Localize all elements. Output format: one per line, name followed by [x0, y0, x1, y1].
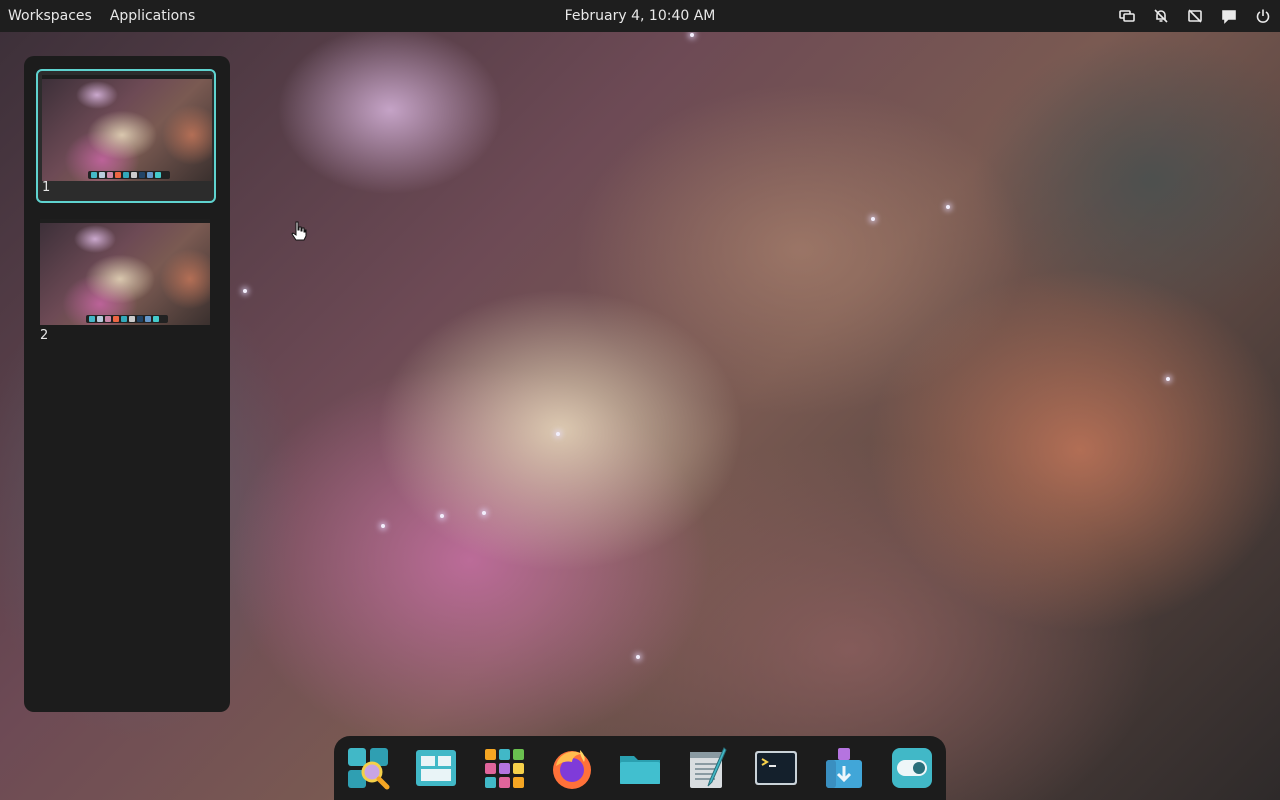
display-icon[interactable]	[1116, 5, 1138, 27]
terminal-icon[interactable]	[754, 746, 798, 790]
store-icon[interactable]	[822, 746, 866, 790]
firefox-icon[interactable]	[550, 746, 594, 790]
star	[690, 33, 694, 37]
dock	[334, 736, 946, 800]
applications-label: Applications	[109, 8, 196, 24]
workspaces-button[interactable]: Workspaces	[0, 0, 100, 32]
workspace-thumbnail	[40, 219, 210, 325]
files-icon[interactable]	[618, 746, 662, 790]
hand-cursor-icon	[291, 221, 307, 241]
applications-button[interactable]: Applications	[102, 0, 204, 32]
star	[871, 217, 875, 221]
camera-off-icon[interactable]	[1184, 5, 1206, 27]
app-grid-icon[interactable]	[482, 746, 526, 790]
workspace-number: 2	[40, 328, 49, 343]
star	[946, 205, 950, 209]
workspace-1[interactable]: 1	[36, 69, 216, 203]
star	[636, 655, 640, 659]
workspace-2[interactable]: 2	[36, 215, 216, 349]
workspaces-icon[interactable]	[414, 746, 458, 790]
star	[482, 511, 486, 515]
workspaces-label: Workspaces	[8, 8, 92, 24]
workspaces-sidebar: 1 2	[24, 56, 230, 712]
star	[440, 514, 444, 518]
power-icon[interactable]	[1252, 5, 1274, 27]
clock-button[interactable]: February 4, 10:40 AM	[565, 8, 716, 24]
app-library-search-icon[interactable]	[346, 746, 390, 790]
workspace-number: 1	[42, 180, 51, 195]
star	[556, 432, 560, 436]
workspace-thumbnail	[42, 75, 212, 181]
chat-icon[interactable]	[1218, 5, 1240, 27]
star	[1166, 377, 1170, 381]
star	[381, 524, 385, 528]
settings-toggle-icon[interactable]	[890, 746, 934, 790]
text-editor-icon[interactable]	[686, 746, 730, 790]
top-panel: Workspaces Applications February 4, 10:4…	[0, 0, 1280, 32]
notifications-muted-icon[interactable]	[1150, 5, 1172, 27]
star	[243, 289, 247, 293]
